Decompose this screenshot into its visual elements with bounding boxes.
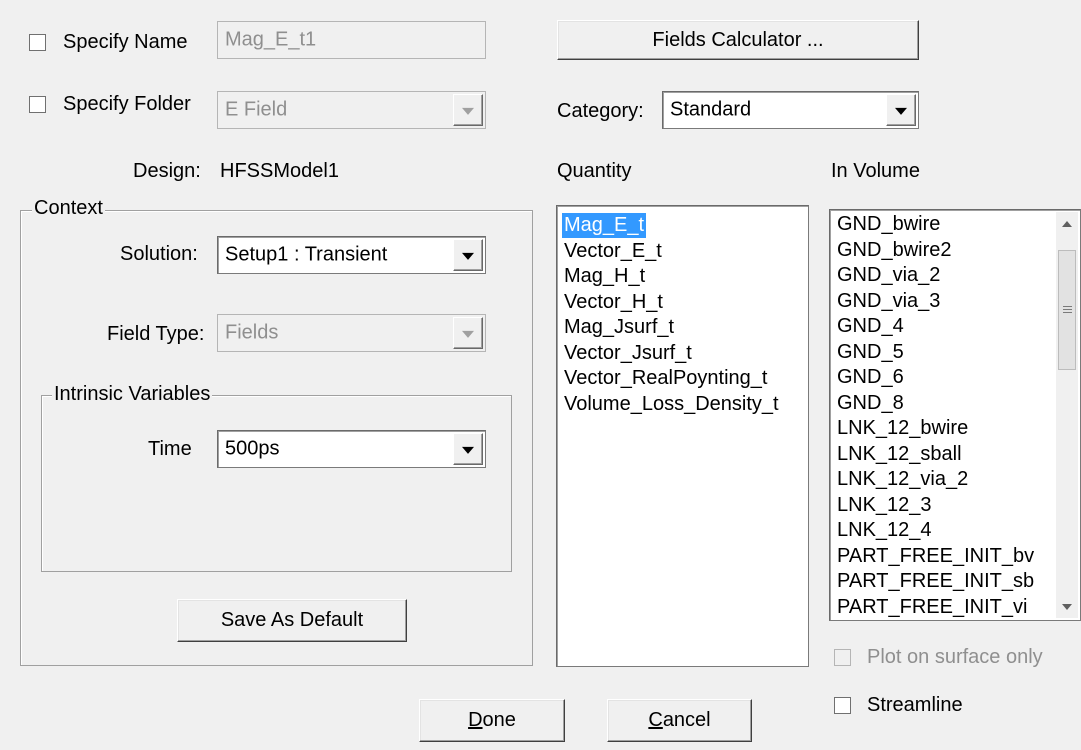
cancel-label: Cancel bbox=[648, 709, 711, 731]
save-as-default-button[interactable]: Save As Default bbox=[177, 599, 407, 642]
chevron-down-icon bbox=[462, 330, 474, 338]
field-type-dropdown-button[interactable] bbox=[453, 317, 483, 349]
folder-select[interactable]: E Field bbox=[217, 91, 486, 129]
done-button[interactable]: Done bbox=[419, 699, 565, 742]
plot-on-surface-checkbox[interactable] bbox=[834, 649, 851, 666]
field-type-label: Field Type: bbox=[107, 323, 205, 345]
solution-select[interactable]: Setup1 : Transient bbox=[217, 236, 486, 274]
specify-folder-checkbox[interactable] bbox=[29, 96, 46, 113]
intrinsic-variables-legend: Intrinsic Variables bbox=[52, 383, 213, 405]
list-item[interactable]: GND_via_2 bbox=[837, 263, 940, 288]
category-label: Category: bbox=[557, 100, 644, 122]
folder-dropdown-button[interactable] bbox=[453, 94, 483, 126]
design-label: Design: bbox=[133, 160, 201, 182]
scroll-down-button[interactable] bbox=[1056, 596, 1078, 618]
solution-label: Solution: bbox=[120, 243, 198, 265]
list-item[interactable]: GND_5 bbox=[837, 340, 904, 365]
list-item[interactable]: Vector_Jsurf_t bbox=[564, 341, 692, 366]
time-dropdown-button[interactable] bbox=[453, 433, 483, 465]
solution-select-value: Setup1 : Transient bbox=[225, 243, 388, 266]
in-volume-header: In Volume bbox=[831, 160, 920, 182]
list-item[interactable]: Volume_Loss_Density_t bbox=[564, 392, 779, 417]
in-volume-scrollbar[interactable] bbox=[1056, 212, 1078, 618]
list-item[interactable]: Vector_RealPoynting_t bbox=[564, 366, 767, 391]
grip-line bbox=[1063, 309, 1072, 310]
grip-line bbox=[1063, 312, 1072, 313]
done-label: Done bbox=[468, 709, 516, 731]
fields-calculator-button[interactable]: Fields Calculator ... bbox=[557, 20, 919, 60]
list-item[interactable]: LNK_12_3 bbox=[837, 493, 932, 518]
list-item[interactable]: Mag_H_t bbox=[564, 264, 645, 289]
list-item[interactable]: Mag_Jsurf_t bbox=[564, 315, 674, 340]
grip-line bbox=[1063, 306, 1072, 307]
list-item[interactable]: GND_8 bbox=[837, 391, 904, 416]
category-select[interactable]: Standard bbox=[662, 91, 919, 129]
name-input-value: Mag_E_t1 bbox=[225, 28, 317, 51]
chevron-down-icon bbox=[462, 446, 474, 454]
name-input[interactable]: Mag_E_t1 bbox=[217, 21, 486, 59]
fields-calculator-label: Fields Calculator ... bbox=[652, 28, 824, 51]
design-value: HFSSModel1 bbox=[220, 160, 339, 182]
time-label: Time bbox=[148, 438, 192, 460]
list-item[interactable]: LNK_12_sball bbox=[837, 442, 962, 467]
quantity-list[interactable]: Mag_E_t Vector_E_t Mag_H_t Vector_H_t Mag_Js… bbox=[556, 205, 809, 667]
folder-select-value: E Field bbox=[225, 98, 288, 121]
time-select-value: 500ps bbox=[225, 437, 280, 460]
chevron-down-icon bbox=[895, 107, 907, 115]
list-item[interactable]: GND_bwire bbox=[837, 212, 940, 237]
specify-name-checkbox[interactable] bbox=[29, 34, 46, 51]
category-dropdown-button[interactable] bbox=[886, 94, 916, 126]
chevron-down-icon bbox=[462, 107, 474, 115]
specify-name-label: Specify Name bbox=[63, 31, 188, 53]
list-item[interactable]: PART_FREE_INIT_sb bbox=[837, 569, 1034, 594]
plot-on-surface-label: Plot on surface only bbox=[867, 646, 1043, 668]
chevron-down-icon bbox=[462, 252, 474, 260]
streamline-checkbox[interactable] bbox=[834, 697, 851, 714]
time-select[interactable]: 500ps bbox=[217, 430, 486, 468]
list-item[interactable]: PART_FREE_INIT_bv bbox=[837, 544, 1034, 569]
list-item[interactable]: Vector_E_t bbox=[564, 239, 662, 264]
category-select-value: Standard bbox=[670, 98, 752, 121]
scroll-up-button[interactable] bbox=[1056, 212, 1078, 234]
intrinsic-variables-group bbox=[41, 395, 512, 572]
list-item[interactable]: GND_via_3 bbox=[837, 289, 940, 314]
list-item[interactable]: GND_bwire2 bbox=[837, 238, 951, 263]
save-as-default-label: Save As Default bbox=[220, 609, 364, 631]
in-volume-list[interactable]: GND_bwire GND_bwire2 GND_via_2 GND_via_3 GND… bbox=[829, 209, 1081, 621]
list-item[interactable]: LNK_12_via_2 bbox=[837, 467, 968, 492]
chevron-down-icon bbox=[1062, 604, 1072, 610]
list-item[interactable]: Mag_E_t bbox=[562, 213, 647, 238]
list-item[interactable]: PART_FREE_INIT_vi bbox=[837, 595, 1027, 620]
quantity-header: Quantity bbox=[557, 160, 632, 182]
context-legend: Context bbox=[32, 197, 105, 219]
specify-folder-label: Specify Folder bbox=[63, 93, 191, 115]
streamline-label: Streamline bbox=[867, 694, 963, 716]
field-type-select[interactable]: Fields bbox=[217, 314, 486, 352]
list-item[interactable]: Vector_H_t bbox=[564, 290, 663, 315]
list-item[interactable]: GND_6 bbox=[837, 365, 904, 390]
cancel-button[interactable]: Cancel bbox=[607, 699, 752, 742]
field-type-select-value: Fields bbox=[225, 321, 279, 344]
list-item[interactable]: LNK_12_bwire bbox=[837, 416, 968, 441]
list-item[interactable]: GND_4 bbox=[837, 314, 904, 339]
list-item[interactable]: LNK_12_4 bbox=[837, 518, 932, 543]
scroll-thumb[interactable] bbox=[1058, 250, 1076, 370]
solution-dropdown-button[interactable] bbox=[453, 239, 483, 271]
chevron-up-icon bbox=[1062, 221, 1072, 227]
